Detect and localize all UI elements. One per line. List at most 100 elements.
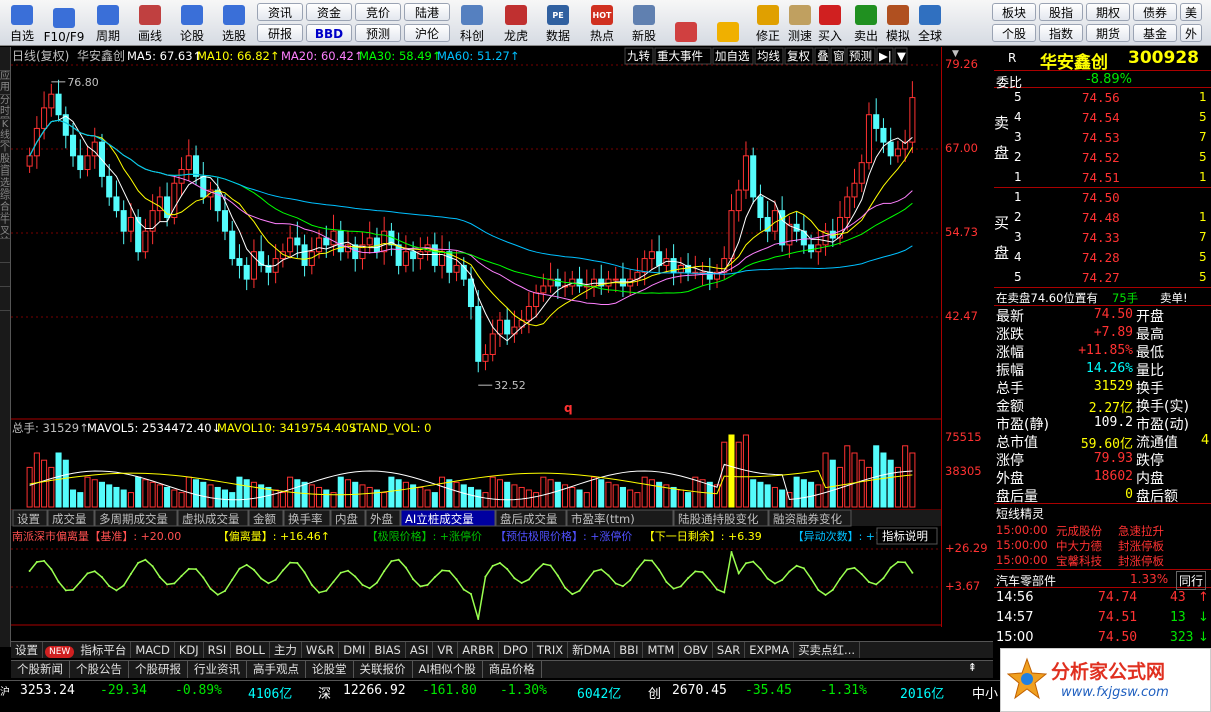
toolbar-discuss-button[interactable]: 论股	[172, 2, 212, 44]
toolbar-market-button[interactable]: 板块	[992, 3, 1036, 21]
sh-index-pct: -0.89%	[175, 683, 222, 698]
indicator-tab[interactable]: BOLL	[231, 642, 270, 658]
info-tab[interactable]: 高手观点	[247, 661, 306, 678]
sprite-stock[interactable]: 元成股份	[1056, 523, 1102, 539]
toolbar-layout-button[interactable]	[670, 2, 702, 44]
watermark-logo: 分析家公式网 www.fxjgsw.com	[1000, 648, 1211, 712]
toolbar-label: 模拟	[885, 29, 910, 43]
toolbar-stock-picker-button[interactable]: 选股	[214, 2, 254, 44]
left-tab[interactable]: 分时图	[0, 95, 10, 119]
axis-arrow-icon[interactable]: ▼	[952, 49, 959, 59]
toolbar-watchlist-button[interactable]: 自选	[2, 2, 42, 44]
deviation-point	[158, 576, 161, 579]
info-tab[interactable]: 个股研报	[129, 661, 188, 678]
left-tab[interactable]: K线图	[0, 119, 10, 143]
left-tab[interactable]: 综合排名	[0, 191, 10, 215]
toolbar-grid-button[interactable]: 预测	[355, 24, 401, 42]
info-tab[interactable]: 个股新闻	[11, 661, 70, 678]
sector-name[interactable]: 汽车零部件	[996, 572, 1056, 589]
toolbar-sell-button[interactable]: 卖出	[850, 2, 882, 44]
indicator-tab[interactable]: ASI	[406, 642, 434, 658]
info-tab[interactable]: AI相似个股	[413, 661, 483, 678]
toolbar-f10-button[interactable]: F10/F9	[44, 2, 84, 44]
deviation-point	[223, 589, 226, 592]
info-tab[interactable]: 关联报价	[354, 661, 413, 678]
left-tab[interactable]: 自选股	[0, 167, 10, 191]
indicator-tab[interactable]: VR	[433, 642, 459, 658]
toolbar-simulate-button[interactable]: 模拟	[882, 2, 914, 44]
indicator-tab[interactable]: BBI	[615, 642, 644, 658]
toolbar-market-button[interactable]: 美	[1180, 3, 1202, 21]
indicator-tab[interactable]: RSI	[204, 642, 232, 658]
toolbar-globe-button[interactable]: 全球	[914, 2, 946, 44]
toolbar-new-stock-button[interactable]: 新股	[624, 2, 664, 44]
left-tab[interactable]: 牛叉诊股	[0, 215, 10, 239]
toolbar-buy-button[interactable]: 买入	[814, 2, 846, 44]
indicator-tab[interactable]: SAR	[713, 642, 746, 658]
left-tab[interactable]	[0, 263, 10, 287]
info-tab[interactable]: 行业资讯	[188, 661, 247, 678]
toolbar-dragon-tiger-button[interactable]: 龙虎	[496, 2, 536, 44]
toolbar-back-arrow-button[interactable]	[712, 2, 744, 44]
toolbar-correct-button[interactable]: 修正	[752, 2, 784, 44]
indicator-tab[interactable]: EXPMA	[745, 642, 795, 658]
chart-area[interactable]: 日线(复权) 华安鑫创 MA5: 67.63↑ MA10: 66.82↑ MA20: 6…	[11, 47, 941, 640]
indicator-tab[interactable]: OBV	[679, 642, 713, 658]
toolbar-data-button[interactable]: PE 数据	[538, 2, 578, 44]
indicator-tab[interactable]: 设置	[11, 642, 43, 658]
toolbar-grid-button[interactable]: BBD	[306, 24, 352, 42]
zx-label[interactable]: 中小	[972, 683, 998, 702]
toolbar-market-button[interactable]: 外	[1180, 24, 1202, 42]
toolbar-speed-test-button[interactable]: 测速	[784, 2, 816, 44]
toolbar-draw-line-button[interactable]: 画线	[130, 2, 170, 44]
toolbar-market-button[interactable]: 指数	[1039, 24, 1083, 42]
toolbar-grid-button[interactable]: 沪伦	[404, 24, 450, 42]
indicator-tab[interactable]: KDJ	[175, 642, 204, 658]
toolbar-market-button[interactable]: 期权	[1086, 3, 1130, 21]
toolbar-market-button[interactable]: 股指	[1039, 3, 1083, 21]
left-tab[interactable]: 个股资料	[0, 143, 10, 167]
deviation-point	[368, 587, 371, 590]
indicator-tab[interactable]: MTM	[643, 642, 680, 658]
toolbar-grid-button[interactable]: 资讯	[257, 3, 303, 21]
toolbar-grid-button[interactable]: 竞价	[355, 3, 401, 21]
toolbar-market-button[interactable]: 期货	[1086, 24, 1130, 42]
toolbar-market-button[interactable]: 个股	[992, 24, 1036, 42]
indicator-tab[interactable]: 指标平台	[76, 642, 132, 658]
toolbar-market-button[interactable]: 基金	[1133, 24, 1177, 42]
toolbar-grid-button[interactable]: 陆港	[404, 3, 450, 21]
indicator-tab[interactable]: TRIX	[533, 642, 569, 658]
indicator-tab[interactable]: BIAS	[370, 642, 406, 658]
toolbar-market-button[interactable]: 债券	[1133, 3, 1177, 21]
indicator-tab[interactable]: W&R	[302, 642, 340, 658]
toolbar-grid-button[interactable]: 研报	[257, 24, 303, 42]
left-tab[interactable]	[0, 287, 10, 311]
indicator-tab[interactable]: 主力	[270, 642, 302, 658]
toolbar-hot-button[interactable]: HOT 热点	[582, 2, 622, 44]
toolbar-period-button[interactable]: 周期	[88, 2, 128, 44]
sprite-stock[interactable]: 中大力德	[1056, 538, 1102, 554]
left-vertical-tabs: 应用分时图K线图个股资料自选股综合排名牛叉诊股	[0, 47, 11, 647]
toolbar-label: 周期	[95, 29, 120, 43]
indicator-tab[interactable]: DMI	[339, 642, 371, 658]
indicator-tab[interactable]: DPO	[499, 642, 533, 658]
kline-chart-svg[interactable]: 日线(复权) 华安鑫创 MA5: 67.63↑MA10: 66.82↑ MA20: 6…	[11, 47, 941, 640]
info-tab[interactable]: 商品价格	[483, 661, 542, 678]
indicator-tab[interactable]: ARBR	[458, 642, 499, 658]
left-tab[interactable]	[0, 47, 10, 71]
candle-body	[77, 155, 84, 171]
toolbar-grid-button[interactable]: 资金	[306, 3, 352, 21]
indicator-tab[interactable]: 买卖点红...	[794, 642, 861, 658]
deviation-point	[802, 567, 805, 570]
expand-up-icon[interactable]: ⇞	[968, 661, 977, 674]
sprite-stock[interactable]: 宝馨科技	[1056, 553, 1102, 569]
info-tab[interactable]: 论股堂	[306, 661, 354, 678]
sprite-time: 15:00:00	[996, 538, 1048, 552]
indicator-tab[interactable]: 新DMA	[568, 642, 616, 658]
candle-body	[395, 244, 402, 266]
left-tab[interactable]	[0, 239, 10, 263]
indicator-tab[interactable]: MACD	[131, 642, 175, 658]
info-tab[interactable]: 个股公告	[70, 661, 129, 678]
toolbar-kechuang-button[interactable]: 科创	[452, 2, 492, 44]
left-tab[interactable]: 应用	[0, 71, 10, 95]
